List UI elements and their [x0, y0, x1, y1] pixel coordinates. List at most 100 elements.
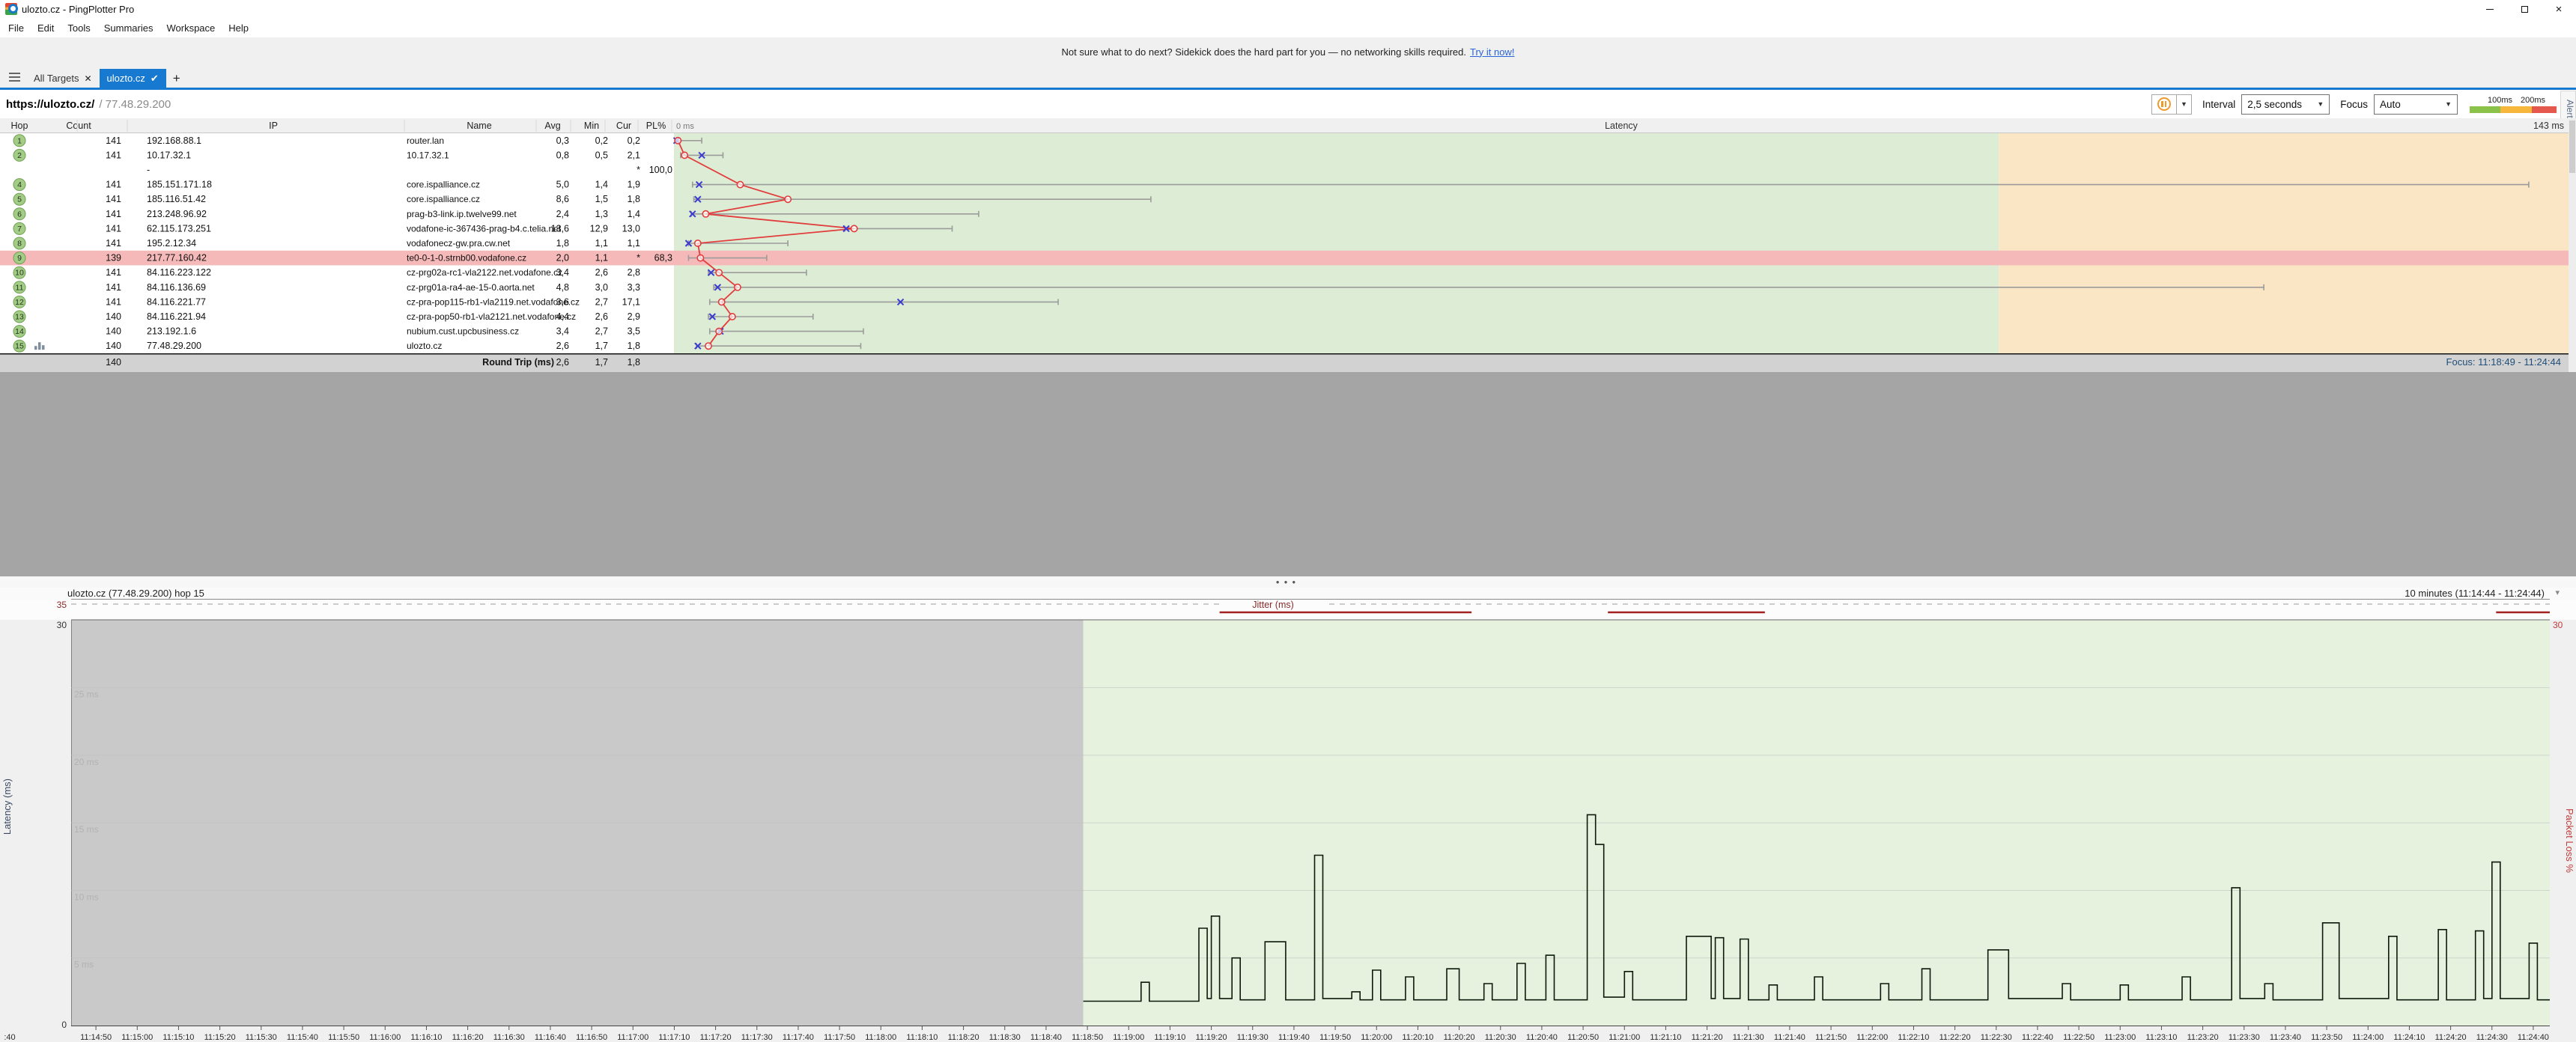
cell-name: nubium.cust.upcbusiness.cz: [407, 326, 519, 337]
tab-ulozto[interactable]: ulozto.cz ✔: [100, 69, 166, 88]
time-tick-label: 11:24:10: [2393, 1033, 2425, 1042]
focus-range-label: Focus: 11:18:49 - 11:24:44: [2446, 356, 2561, 368]
pane-splitter[interactable]: ●●●: [0, 576, 2576, 588]
cell-ip: -: [147, 165, 150, 175]
menu-summaries[interactable]: Summaries: [97, 19, 160, 37]
title-bar: ulozto.cz - PingPlotter Pro ×: [0, 0, 2576, 18]
table-row[interactable]: 1114184.116.136.69cz-prg01a-ra4-ae-15-0.…: [13, 281, 640, 293]
menu-bar: FileEditToolsSummariesWorkspaceHelp: [0, 18, 2576, 37]
cell-min: 2,6: [595, 311, 608, 322]
chevron-down-icon: ▼: [2317, 100, 2324, 108]
menu-file[interactable]: File: [1, 19, 31, 37]
menu-edit[interactable]: Edit: [31, 19, 61, 37]
maximize-button[interactable]: [2507, 0, 2542, 18]
cell-cur: 1,8: [628, 341, 640, 351]
cell-count: 141: [106, 209, 121, 219]
time-tick-label: 11:18:10: [906, 1033, 938, 1042]
time-tick-label: 11:18:40: [1030, 1033, 1062, 1042]
interval-select[interactable]: 2,5 seconds▼: [2241, 94, 2330, 115]
gridline-label: 5 ms: [74, 960, 94, 970]
time-tick-label: 11:17:00: [617, 1033, 648, 1042]
scrollbar-thumb[interactable]: [2569, 121, 2575, 173]
menu-help[interactable]: Help: [222, 19, 255, 37]
table-row[interactable]: -*100,0: [147, 165, 672, 175]
cell-avg: 2,6: [556, 341, 569, 351]
time-tick-label: 11:22:20: [1939, 1033, 1971, 1042]
table-row[interactable]: 8141195.2.12.34vodafonecz-gw.pra.cw.net1…: [13, 237, 640, 249]
cell-count: 141: [106, 267, 121, 278]
time-tick-label: 11:22:10: [1898, 1033, 1929, 1042]
focus-select[interactable]: Auto▼: [2374, 94, 2458, 115]
cell-cur: 0,2: [628, 135, 640, 146]
menu-tools[interactable]: Tools: [61, 19, 97, 37]
close-tab-icon[interactable]: ✕: [84, 73, 91, 84]
time-tick-label: 11:19:10: [1154, 1033, 1185, 1042]
hop-number: 7: [17, 225, 22, 234]
hop-number: 15: [15, 342, 24, 351]
hop-chart-icon: [42, 345, 45, 350]
time-tick-label: 11:22:30: [1981, 1033, 2012, 1042]
cell-ip: 213.248.96.92: [147, 209, 207, 219]
menu-workspace[interactable]: Workspace: [160, 19, 222, 37]
new-tab-button[interactable]: +: [166, 71, 187, 88]
try-it-now-link[interactable]: Try it now!: [1470, 46, 1514, 58]
cell-count: 141: [106, 135, 121, 146]
minimize-button[interactable]: [2473, 0, 2507, 18]
timeline-header: ulozto.cz (77.48.29.200) hop 15 10 minut…: [0, 588, 2576, 600]
cell-cur: 2,9: [628, 311, 640, 322]
trace-scrollbar[interactable]: [2569, 118, 2576, 372]
column-header-name[interactable]: Name: [467, 121, 491, 131]
cell-avg: 3,4: [556, 326, 569, 337]
splitter-handle-dots[interactable]: ●●●: [1276, 579, 1301, 585]
tab-all-targets[interactable]: All Targets ✕: [26, 69, 100, 88]
jitter-max-tick-label: 35: [57, 600, 67, 610]
hop-number: 13: [15, 313, 24, 322]
cell-count: 141: [106, 223, 121, 234]
cell-count: 141: [106, 194, 121, 204]
column-header-count[interactable]: Count: [66, 121, 91, 131]
cell-ip: 185.151.171.18: [147, 180, 212, 190]
column-header-avg[interactable]: Avg: [544, 121, 560, 131]
time-tick-label: 11:21:10: [1650, 1033, 1681, 1042]
time-tick-label: 11:15:00: [121, 1033, 153, 1042]
latency-scale-max: 143 ms: [2533, 121, 2564, 131]
table-row[interactable]: 14140213.192.1.6nubium.cust.upcbusiness.…: [13, 326, 640, 338]
pause-menu-button[interactable]: ▼: [2177, 94, 2192, 115]
time-tick-label: 11:14:50: [80, 1033, 112, 1042]
table-row[interactable]: 1314084.116.221.94cz-pra-pop50-rb1-vla21…: [13, 311, 640, 323]
avg-latency-marker: [675, 138, 681, 144]
table-row[interactable]: 214110.17.32.110.17.32.10,80,52,1: [13, 149, 640, 161]
table-row[interactable]: 6141213.248.96.92prag-b3-link.ip.twelve9…: [13, 208, 640, 220]
table-row[interactable]: 5141185.116.51.42core.ispalliance.cz8,61…: [13, 193, 640, 205]
chevron-down-icon[interactable]: ▾: [2555, 588, 2560, 597]
timeline-graph-svg[interactable]: Jitter (ms)355 ms10 ms15 ms20 ms25 ms300…: [0, 600, 2576, 1042]
cell-cur: *: [637, 253, 640, 263]
pause-button[interactable]: [2151, 94, 2177, 115]
time-tick-label: 11:23:30: [2229, 1033, 2260, 1042]
table-row[interactable]: 1514077.48.29.200ulozto.cz2,61,71,8: [13, 340, 640, 352]
table-row[interactable]: 1141192.168.88.1router.lan0,30,20,2: [13, 135, 640, 147]
legend-segment: [2532, 106, 2557, 113]
table-row[interactable]: 714162.115.173.251vodafone-ic-367436-pra…: [13, 222, 640, 234]
time-tick-label: 11:17:40: [783, 1033, 814, 1042]
cell-ip: 84.116.221.77: [147, 296, 206, 307]
tab-list-menu-icon[interactable]: [9, 73, 20, 82]
column-header-min[interactable]: Min: [584, 121, 599, 131]
table-row[interactable]: 1014184.116.223.122cz-prg02a-rc1-vla2122…: [13, 266, 640, 278]
table-row[interactable]: 4141185.151.171.18core.ispalliance.cz5,0…: [13, 179, 640, 191]
cell-name: router.lan: [407, 135, 444, 146]
timeline-range-label[interactable]: 10 minutes (11:14:44 - 11:24:44): [2405, 588, 2545, 599]
table-row[interactable]: 1214184.116.221.77cz-pra-pop115-rb1-vla2…: [13, 296, 640, 308]
time-tick-label: 11:20:50: [1567, 1033, 1599, 1042]
legend-segment: [2470, 106, 2500, 113]
time-tick-label: 11:21:50: [1815, 1033, 1847, 1042]
column-header-hop[interactable]: Hop: [11, 121, 28, 131]
time-tick-label: 11:24:30: [2476, 1033, 2508, 1042]
cell-min: 0,5: [595, 150, 608, 160]
column-header-pl%[interactable]: PL%: [646, 121, 666, 131]
time-tick-label: 11:20:30: [1485, 1033, 1516, 1042]
cell-ip: 185.116.51.42: [147, 194, 206, 204]
close-button[interactable]: ×: [2542, 0, 2576, 18]
column-header-cur[interactable]: Cur: [616, 121, 631, 131]
column-header-ip[interactable]: IP: [269, 121, 278, 131]
